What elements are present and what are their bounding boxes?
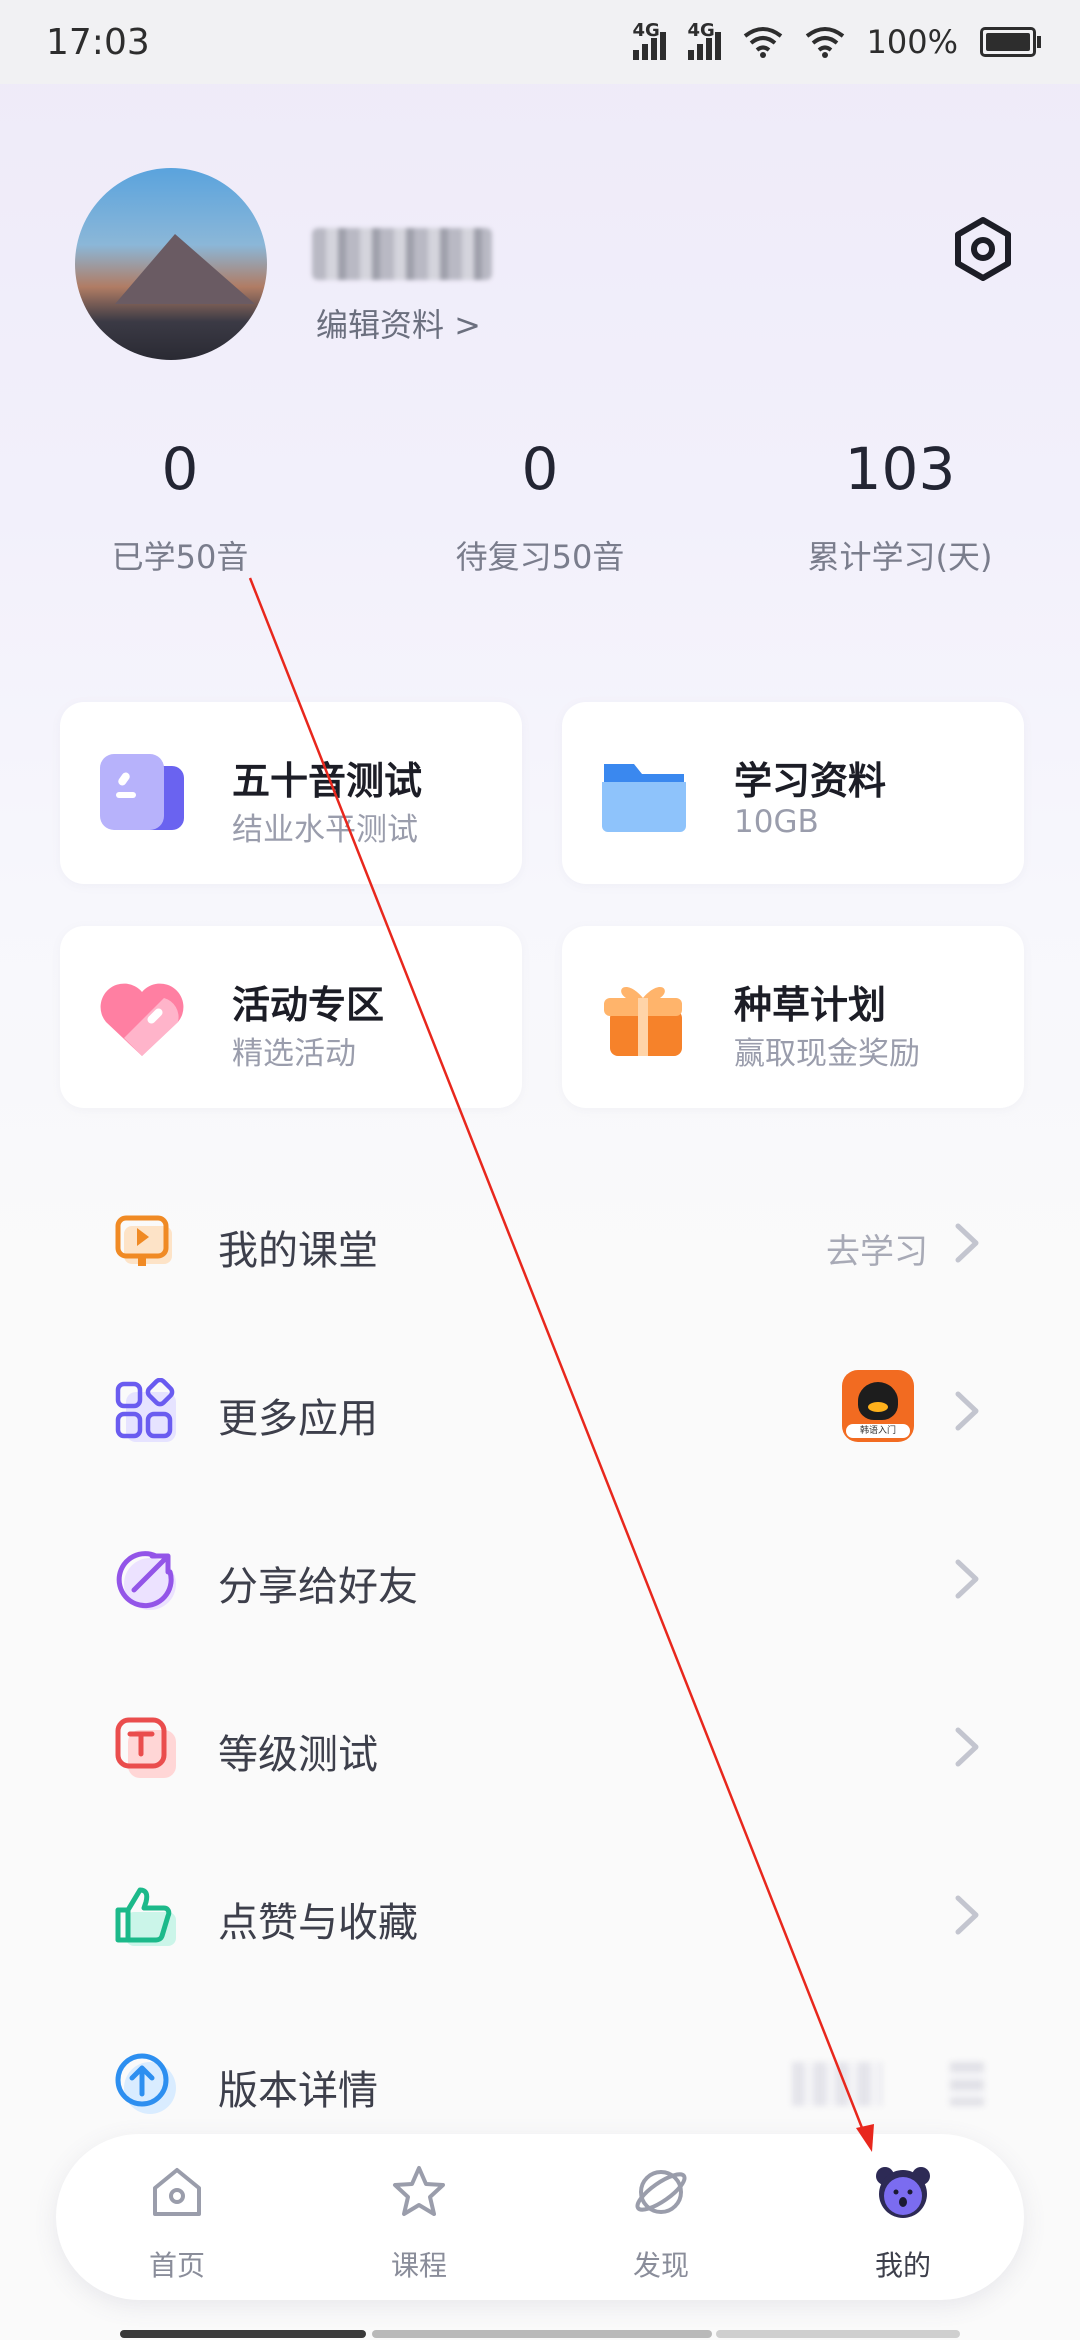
tab-label: 课程 — [390, 2249, 447, 2282]
upgrade-icon — [115, 2053, 176, 2114]
card-seeding-plan[interactable]: 种草计划 赢取现金奖励 — [562, 926, 1024, 1108]
home-icon — [153, 2168, 201, 2216]
menu-item-label: 我的课堂 — [218, 1228, 378, 1274]
cellular-signal-icon: 4G — [632, 20, 666, 60]
apps-icon — [115, 1378, 176, 1442]
battery-icon — [980, 27, 1041, 57]
menu-item-label: 等级测试 — [218, 1732, 378, 1778]
version-number-blurred — [792, 2062, 882, 2106]
status-time: 17:03 — [46, 21, 150, 63]
chevron-right-icon — [955, 1727, 979, 1767]
card-title: 学习资料 — [734, 759, 887, 803]
stat-label: 已学50音 — [111, 538, 249, 576]
card-subtitle: 赢取现金奖励 — [734, 1036, 920, 1072]
card-kana-test[interactable]: 五十音测试 结业水平测试 — [60, 702, 522, 884]
card-title: 五十音测试 — [232, 759, 423, 803]
card-events[interactable]: 活动专区 精选活动 — [60, 926, 522, 1108]
cellular-signal-icon-2: 4G — [687, 20, 721, 60]
go-learn-label[interactable]: 去学习 — [826, 1224, 928, 1273]
battery-percent: 100% — [866, 23, 958, 61]
nav-indicator — [372, 2330, 712, 2338]
bottom-tab-bar: 首页 课程 发现 我的 — [56, 2134, 1024, 2300]
thumbs-up-icon — [115, 1887, 176, 1946]
test-card-icon — [100, 754, 184, 830]
nav-indicator-2 — [716, 2330, 960, 2338]
folder-icon — [602, 764, 686, 832]
stat-to-review[interactable]: 0 待复习50音 — [360, 440, 720, 578]
tab-home[interactable]: 首页 — [56, 2134, 298, 2300]
menu-item-my-classroom[interactable]: 我的课堂 去学习 — [0, 1160, 1080, 1328]
status-indicators: 4G 4G 100% — [632, 20, 1041, 61]
card-subtitle: 精选活动 — [232, 1036, 356, 1072]
stat-label: 待复习50音 — [455, 538, 625, 576]
card-title: 活动专区 — [232, 983, 385, 1027]
stat-value: 103 — [844, 435, 956, 503]
level-test-icon — [115, 1717, 176, 1778]
tab-label: 发现 — [632, 2249, 689, 2282]
chevron-right-icon — [955, 1391, 979, 1431]
username-blurred — [312, 228, 492, 280]
edit-profile-link[interactable]: 编辑资料 > — [316, 300, 481, 346]
star-icon — [393, 2166, 445, 2216]
menu-item-label: 更多应用 — [218, 1396, 378, 1442]
nav-indicator-active — [120, 2330, 366, 2338]
menu-item-label: 分享给好友 — [218, 1564, 418, 1610]
stat-learned[interactable]: 0 已学50音 — [0, 440, 360, 578]
network-type-label: 4G — [632, 20, 660, 41]
stat-label: 累计学习(天) — [807, 538, 993, 576]
tab-label: 我的 — [874, 2249, 931, 2282]
stat-value: 0 — [161, 435, 199, 503]
card-subtitle: 10GB — [734, 804, 819, 840]
share-icon — [116, 1551, 176, 1610]
stat-value: 0 — [521, 435, 559, 503]
card-title: 种草计划 — [734, 983, 887, 1027]
gift-icon — [604, 987, 682, 1056]
menu-item-more-apps[interactable]: 更多应用 韩语入门 — [0, 1328, 1080, 1496]
chevron-right-icon — [955, 1895, 979, 1935]
stat-total-days[interactable]: 103 累计学习(天) — [720, 440, 1080, 578]
chevron-right-icon — [955, 1223, 979, 1263]
korean-app-thumbnail[interactable]: 韩语入门 — [842, 1370, 914, 1442]
version-chevron-blurred — [950, 2062, 984, 2106]
planet-icon — [635, 2170, 687, 2214]
wifi-icon-2 — [805, 27, 844, 58]
menu-item-label: 版本详情 — [218, 2068, 378, 2114]
card-subtitle: 结业水平测试 — [232, 812, 418, 848]
menu-item-likes-favorites[interactable]: 点赞与收藏 — [0, 1832, 1080, 2000]
card-study-materials[interactable]: 学习资料 10GB — [562, 702, 1024, 884]
menu-item-level-test[interactable]: 等级测试 — [0, 1664, 1080, 1832]
status-bar: 17:03 4G 4G 100% — [0, 0, 1080, 84]
bear-avatar-icon — [876, 2167, 930, 2218]
avatar[interactable] — [75, 168, 267, 360]
menu-item-label: 点赞与收藏 — [218, 1900, 418, 1946]
tab-courses[interactable]: 课程 — [298, 2134, 540, 2300]
network-type-label-2: 4G — [687, 20, 715, 41]
heart-icon — [100, 983, 184, 1056]
wifi-icon — [743, 27, 782, 58]
chevron-right-icon — [955, 1559, 979, 1599]
stats-row: 0 已学50音 0 待复习50音 103 累计学习(天) — [0, 440, 1080, 578]
tab-mine[interactable]: 我的 — [782, 2134, 1024, 2300]
tab-label: 首页 — [148, 2249, 205, 2282]
settings-icon[interactable] — [950, 216, 1016, 282]
classroom-icon — [115, 1215, 172, 1266]
tab-discover[interactable]: 发现 — [540, 2134, 782, 2300]
menu-item-share[interactable]: 分享给好友 — [0, 1496, 1080, 1664]
app-thumb-label: 韩语入门 — [846, 1424, 910, 1438]
